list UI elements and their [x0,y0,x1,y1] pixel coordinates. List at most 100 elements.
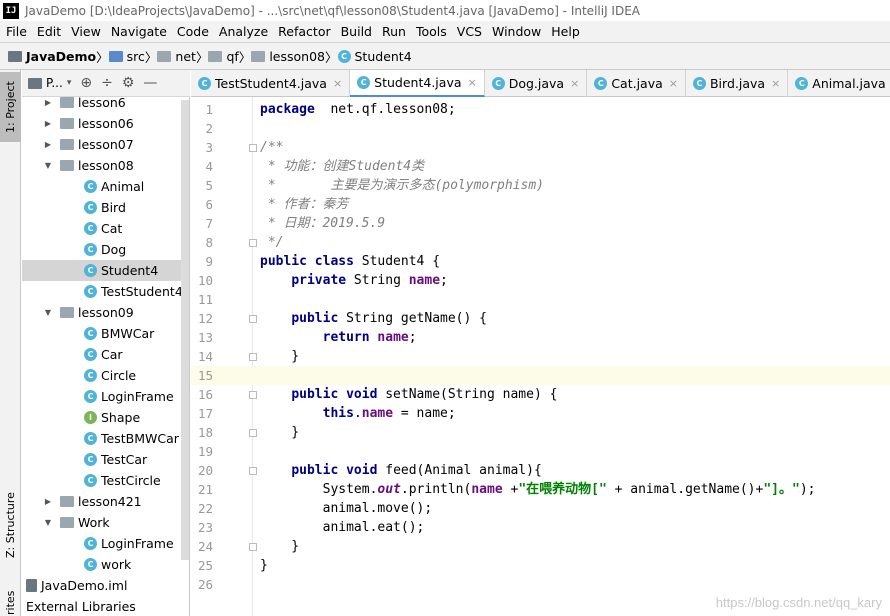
gear-icon[interactable]: ⚙ [122,75,135,91]
tree-item[interactable]: ▶ lesson06 [22,113,189,134]
breadcrumb-item[interactable]: src [108,49,145,64]
breadcrumb-item[interactable]: net [157,49,196,64]
tree-item[interactable]: C TestBMWCar [22,428,189,449]
tree-item[interactable]: ▼ lesson09 [22,302,189,323]
code-line[interactable]: 22 animal.move(); [191,499,890,518]
collapse-all-icon[interactable]: ÷ [101,75,113,91]
project-tool-tab[interactable]: 1: Project [0,72,21,142]
code-line[interactable]: 15 [191,366,890,385]
code-line[interactable]: 3 /** [191,138,890,157]
code-line[interactable]: 4 * 功能：创建Student4类 [191,157,890,176]
tree-item[interactable]: C Animal [22,176,189,197]
code-line[interactable]: 5 * 主要是为演示多态(polymorphism) [191,176,890,195]
tree-item[interactable]: C LoginFrame [22,533,189,554]
editor-tab[interactable]: C Cat.java × [587,70,686,97]
breadcrumb-item[interactable]: qf [208,49,239,64]
tree-item[interactable]: External Libraries [22,596,189,616]
tree-item[interactable]: C Bird [22,197,189,218]
code-line[interactable]: 2 [191,119,890,138]
menu-item-file[interactable]: File [2,24,33,39]
tree-item[interactable]: C Cat [22,218,189,239]
code-line[interactable]: 7 * 日期：2019.5.9 [191,214,890,233]
code-line[interactable]: 18 } [191,423,890,442]
code-line[interactable]: 21 System.out.println(name +"在喂养动物[" + a… [191,480,890,499]
tree-item[interactable]: C Circle [22,365,189,386]
code-line[interactable]: 12 public String getName() { [191,309,890,328]
tree-item[interactable]: C LoginFrame [22,386,189,407]
code-line[interactable]: 17 this.name = name; [191,404,890,423]
hide-icon[interactable]: — [143,75,157,91]
editor-tab[interactable]: C Bird.java × [686,70,789,97]
chevron-down-icon[interactable]: ▼ [42,308,54,317]
editor-tab[interactable]: C Dog.java × [485,70,588,97]
tree-item[interactable]: C Dog [22,239,189,260]
close-icon[interactable]: × [669,77,678,90]
code-line[interactable]: 20 public void feed(Animal animal){ [191,461,890,480]
fold-marker-icon[interactable] [249,353,257,361]
chevron-down-icon[interactable]: ▼ [42,161,54,170]
tree-item[interactable]: C Student4 [22,260,189,281]
chevron-down-icon[interactable]: ▼ [42,518,54,527]
tree-item[interactable]: C BMWCar [22,323,189,344]
code-line[interactable]: 8 */ [191,233,890,252]
menu-item-analyze[interactable]: Analyze [215,24,274,39]
tree-item[interactable]: C TestStudent4 [22,281,189,302]
code-line[interactable]: 19 [191,442,890,461]
tree-item[interactable]: ▶ lesson6 [22,97,189,113]
menu-item-window[interactable]: Window [488,24,547,39]
code-line[interactable]: 13 return name; [191,328,890,347]
fold-marker-icon[interactable] [249,429,257,437]
fold-marker-icon[interactable] [249,543,257,551]
favorites-tool-tab[interactable]: rites [0,590,21,616]
fold-marker-icon[interactable] [249,239,257,247]
code-line[interactable]: 24 } [191,537,890,556]
menu-item-refactor[interactable]: Refactor [274,24,336,39]
tree-item[interactable]: C TestCar [22,449,189,470]
fold-marker-icon[interactable] [249,144,257,152]
tree-item[interactable]: ▶ lesson421 [22,491,189,512]
close-icon[interactable]: × [468,76,477,89]
chevron-down-icon[interactable]: ▾ [67,78,72,88]
project-view-selector[interactable]: P... [46,76,63,90]
menu-item-code[interactable]: Code [173,24,215,39]
fold-marker-icon[interactable] [249,467,257,475]
fold-marker-icon[interactable] [249,315,257,323]
menu-item-tools[interactable]: Tools [412,24,453,39]
tree-scrollbar[interactable] [181,100,189,560]
menu-item-navigate[interactable]: Navigate [107,24,173,39]
tree-item[interactable]: ▶ lesson07 [22,134,189,155]
locate-icon[interactable]: ⊕ [80,75,92,91]
menu-item-edit[interactable]: Edit [33,24,67,39]
chevron-right-icon[interactable]: ▶ [42,98,54,107]
code-line[interactable]: 14 } [191,347,890,366]
code-line[interactable]: 26 [191,575,890,594]
breadcrumb-item[interactable]: lesson08 [251,49,325,64]
code-line[interactable]: 23 animal.eat(); [191,518,890,537]
code-line[interactable]: 10 private String name; [191,271,890,290]
code-line[interactable]: 25} [191,556,890,575]
chevron-right-icon[interactable]: ▶ [42,140,54,149]
code-line[interactable]: 9 public class Student4 { [191,252,890,271]
tree-item[interactable]: I Shape [22,407,189,428]
tree-item[interactable]: ▼ Work [22,512,189,533]
editor-tab[interactable]: CAnimal.java× [788,70,890,97]
editor-tab[interactable]: C Student4.java × [350,70,485,97]
editor-tab[interactable]: C TestStudent4.java × [191,70,351,97]
menu-item-help[interactable]: Help [547,24,586,39]
code-line[interactable]: 6 * 作者：秦芳 [191,195,890,214]
code-editor[interactable]: 1 package net.qf.lesson08; 2 3/** 4 * 功能：创建S… [191,97,890,616]
tree-item[interactable]: Cwork [22,554,189,575]
code-line[interactable]: 16 public void setName(String name) { [191,385,890,404]
chevron-right-icon[interactable]: ▶ [42,119,54,128]
code-line[interactable]: 11 [191,290,890,309]
structure-tool-tab[interactable]: Z: Structure [0,490,21,560]
breadcrumb-item[interactable]: JavaDemo [8,49,96,64]
menu-item-build[interactable]: Build [337,24,378,39]
tree-item[interactable]: C Car [22,344,189,365]
close-icon[interactable]: × [771,77,780,90]
close-icon[interactable]: × [570,77,579,90]
close-icon[interactable]: × [333,77,342,90]
tree-item[interactable]: ▼ lesson08 [22,155,189,176]
chevron-right-icon[interactable]: ▶ [42,497,54,506]
tree-item[interactable]: C TestCircle [22,470,189,491]
